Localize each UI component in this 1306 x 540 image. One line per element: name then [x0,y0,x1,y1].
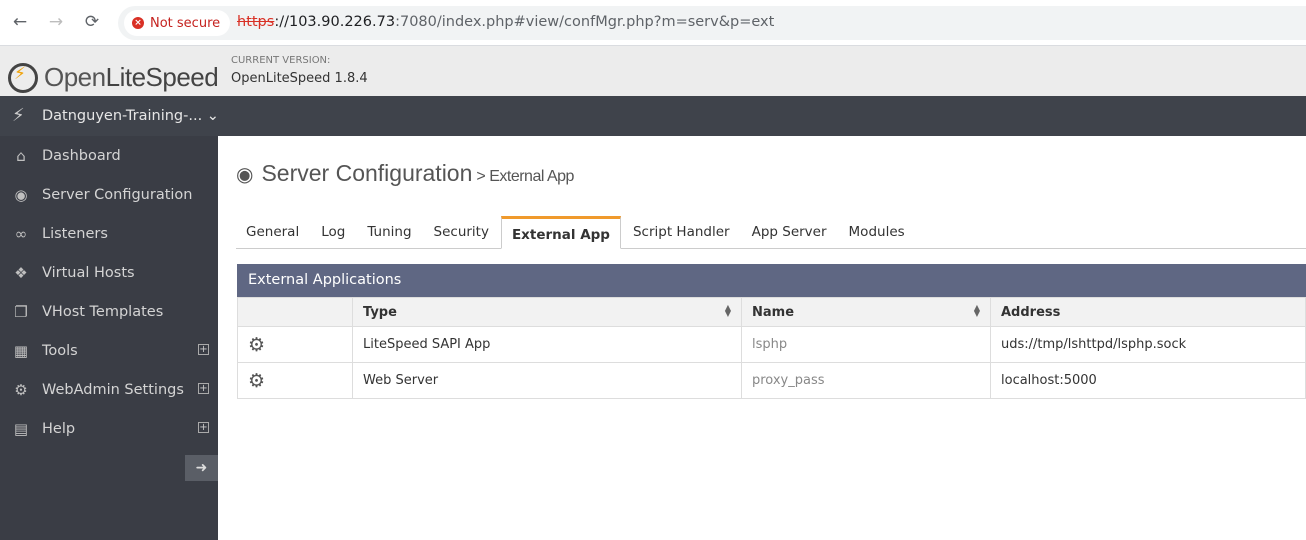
sidebar-item-server-configuration[interactable]: ◉ Server Configuration [0,175,218,214]
sidebar-item-label: WebAdmin Settings [42,381,184,398]
gear-icon[interactable]: ⚙ [248,370,265,392]
tab-log[interactable]: Log [311,216,355,248]
tab-tuning[interactable]: Tuning [357,216,421,248]
version-value: OpenLiteSpeed 1.8.4 [231,71,368,86]
back-arrow-icon[interactable]: ← [8,10,32,34]
security-chip[interactable]: × Not secure [124,10,231,36]
row-actions: ⚙ [237,326,353,363]
server-name: Datnguyen-Training-... ⌄ [42,108,219,124]
home-icon: ⌂ [16,146,26,165]
url-path: :7080/index.php#view/confMgr.php?m=serv&… [395,14,775,30]
url-text[interactable]: https://103.90.226.73:7080/index.php#vie… [237,14,774,30]
forward-arrow-icon[interactable]: → [44,10,68,34]
table-row: ⚙ LiteSpeed SAPI App lsphp uds://tmp/lsh… [237,326,1306,363]
sidebar: ⚡ Datnguyen-Training-... ⌄ ⌂ Dashboard ◉… [0,96,1306,540]
cell-address: uds://tmp/lshttpd/lsphp.sock [990,326,1306,363]
expand-icon[interactable]: + [198,344,209,355]
openlitespeed-logo[interactable]: OpenLiteSpeed [8,62,219,93]
expand-icon[interactable]: + [198,422,209,433]
page-subtitle: > External App [476,168,574,185]
globe-icon: ◉ [14,185,28,204]
sidebar-item-label: Tools [42,342,78,359]
column-header-address: Address [990,297,1306,327]
external-apps-table: Type ▲ ▼ Name ▲ ▼ Address ⚙ LiteSpeed SAPI… [237,297,1306,399]
link-icon: ∞ [14,224,28,243]
collapse-sidebar-icon[interactable]: ➜ [185,455,218,481]
table-header-row: Type ▲ ▼ Name ▲ ▼ Address [237,297,1306,327]
cell-name[interactable]: proxy_pass [741,362,991,399]
cell-name[interactable]: lsphp [741,326,991,363]
sidebar-item-help[interactable]: ▤ Help + [0,409,218,448]
row-actions: ⚙ [237,362,353,399]
book-icon: ▤ [13,419,29,438]
column-header-label: Type [363,304,397,320]
main-content: ◉ Server Configuration > External App Ge… [218,136,1306,540]
server-bolt-icon: ⚡ [12,105,25,126]
panel-title: External Applications [237,264,1306,297]
reload-icon[interactable]: ⟳ [80,10,104,34]
table-row: ⚙ Web Server proxy_pass localhost:5000 [237,362,1306,399]
url-scheme: https [237,14,275,30]
cell-type: LiteSpeed SAPI App [352,326,742,363]
cell-address: localhost:5000 [990,362,1306,399]
sidebar-item-virtual-hosts[interactable]: ❖ Virtual Hosts [0,253,218,292]
column-header-label: Name [752,304,795,320]
sort-icon[interactable]: ▲ ▼ [725,304,731,318]
tab-app-server[interactable]: App Server [742,216,837,248]
sidebar-item-label: Dashboard [42,147,121,164]
app-header: OpenLiteSpeed [0,46,1306,96]
server-selector[interactable]: ⚡ Datnguyen-Training-... ⌄ [0,96,1306,136]
sidebar-item-vhost-templates[interactable]: ❐ VHost Templates [0,292,218,331]
sidebar-item-dashboard[interactable]: ⌂ Dashboard [0,136,218,175]
warning-icon: × [132,17,144,29]
sidebar-item-label: Listeners [42,225,108,242]
address-bar[interactable]: × Not secure https://103.90.226.73:7080/… [118,6,1306,40]
tab-external-app[interactable]: External App [500,216,621,249]
tab-general[interactable]: General [236,216,309,248]
sidebar-item-tools[interactable]: ▦ Tools + [0,331,218,370]
sort-icon[interactable]: ▲ ▼ [974,304,980,318]
grid-icon: ▦ [13,341,29,360]
tab-security[interactable]: Security [424,216,499,248]
sidebar-item-label: Server Configuration [42,186,193,203]
logo-text: OpenLiteSpeed [44,62,219,92]
url-host: ://103.90.226.73 [274,14,396,30]
lightning-logo-icon [8,62,38,93]
cubes-icon: ❖ [14,263,28,282]
copy-icon: ❐ [14,302,28,321]
security-label: Not secure [150,15,221,31]
sidebar-item-webadmin-settings[interactable]: ⚙ WebAdmin Settings + [0,370,218,409]
external-apps-panel: External Applications Type ▲ ▼ Name ▲ ▼ Ad… [237,264,1306,399]
column-header-actions [237,297,353,327]
tab-script-handler[interactable]: Script Handler [623,216,740,248]
sidebar-item-label: Help [42,420,76,437]
sidebar-nav: ⌂ Dashboard ◉ Server Configuration ∞ Lis… [0,136,218,448]
version-label: CURRENT VERSION: [231,55,331,66]
sidebar-item-label: VHost Templates [42,303,164,320]
tab-modules[interactable]: Modules [839,216,915,248]
gear-icon: ⚙ [14,380,28,399]
column-header-name[interactable]: Name ▲ ▼ [741,297,991,327]
gear-icon[interactable]: ⚙ [248,334,265,356]
page-title: ◉ Server Configuration > External App [236,160,574,187]
config-tabs: General Log Tuning Security External App… [236,216,1306,249]
column-header-type[interactable]: Type ▲ ▼ [352,297,742,327]
globe-icon: ◉ [236,162,254,186]
sidebar-item-listeners[interactable]: ∞ Listeners [0,214,218,253]
browser-toolbar: ← → ⟳ × Not secure https://103.90.226.73… [0,0,1306,46]
sidebar-item-label: Virtual Hosts [42,264,135,281]
expand-icon[interactable]: + [198,383,209,394]
cell-type: Web Server [352,362,742,399]
page-title-text: Server Configuration [261,160,473,186]
